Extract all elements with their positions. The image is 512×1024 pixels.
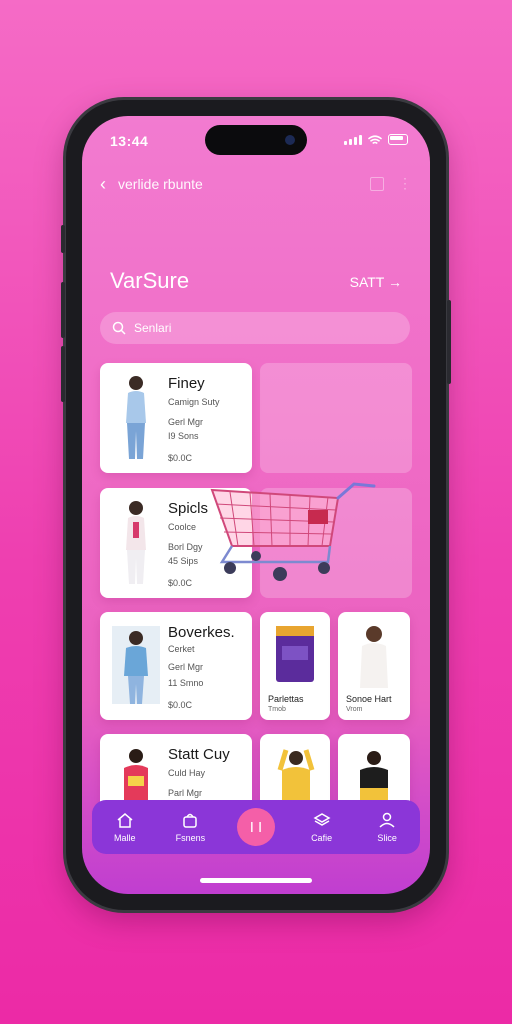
nav-actions: ⋮ (370, 176, 412, 191)
more-icon[interactable]: ⋮ (398, 176, 412, 191)
card-detail: Gerl Mgr (168, 417, 204, 427)
card-title: Finey (168, 375, 205, 392)
back-icon[interactable]: ‹ (100, 174, 106, 195)
status-icons (344, 134, 408, 145)
card-subtitle: Culd Hay (168, 768, 206, 778)
product-package-image (276, 626, 314, 682)
power-button (447, 300, 451, 384)
card-price: $0.0C (168, 578, 193, 588)
card-detail: I9 Sons (168, 431, 199, 441)
shopping-cart-icon (210, 482, 376, 581)
nav-bar: ‹ verlide rbunte ⋮ (100, 172, 412, 196)
card-caption: Sonoe Hart (346, 694, 392, 704)
card-price: $0.0C (168, 700, 193, 710)
tab-fsnens[interactable]: Fsnens (162, 811, 218, 843)
tab-label: Fsnens (175, 833, 206, 843)
search-placeholder: Senlari (134, 321, 172, 335)
card-caption: Parlettas (268, 694, 304, 704)
bag-icon (183, 813, 198, 828)
card-detail: 45 Sips (168, 556, 199, 566)
camera-icon (285, 135, 295, 145)
card-subcaption: Vrom (346, 706, 363, 713)
home-icon (117, 813, 133, 828)
card-detail: 11 Smno (168, 678, 204, 688)
card-title: Statt Cuy (168, 746, 230, 763)
tab-profile[interactable]: Slice (359, 811, 415, 843)
tab-label: Malle (114, 833, 136, 843)
card-price: $0.0C (168, 453, 193, 463)
card-subtitle: Coolce (168, 522, 197, 532)
model-image (112, 626, 160, 704)
card-subtitle: Cerket (168, 644, 195, 654)
status-time: 13:44 (110, 133, 149, 149)
tab-label: Slice (377, 833, 397, 843)
screen: 13:44 ‹ verlide rbunte ⋮ VarSure SATT → … (82, 116, 430, 894)
tab-center[interactable]: I I (228, 808, 284, 846)
dynamic-island (205, 125, 307, 155)
placeholder-card (260, 363, 412, 473)
stack-icon (313, 813, 331, 826)
product-card[interactable]: Sonoe Hart Vrom (338, 612, 410, 720)
product-card[interactable]: Finey Camign Suty Gerl Mgr I9 Sons $0.0C (100, 363, 252, 473)
battery-icon (388, 134, 408, 145)
card-subtitle: Camign Suty (168, 397, 220, 407)
card-title: Boverkes. (168, 624, 235, 641)
card-subcaption: Tmob (268, 706, 286, 713)
tab-home[interactable]: Malle (97, 811, 153, 843)
product-card[interactable]: Boverkes. Cerket Gerl Mgr 11 Smno $0.0C (100, 612, 252, 720)
nav-title: verlide rbunte (118, 176, 203, 192)
mute-switch (61, 225, 65, 253)
tab-bar: Malle Fsnens I I Cafie Slice (92, 800, 420, 854)
search-bar[interactable]: Senlari (100, 312, 410, 344)
square-icon[interactable] (370, 177, 384, 191)
card-detail: Borl Dgy (168, 542, 203, 552)
search-icon (112, 321, 126, 335)
tab-cafie[interactable]: Cafie (294, 811, 350, 843)
card-title: Spicls (168, 500, 209, 517)
sort-button[interactable]: SATT → (350, 274, 402, 290)
card-detail: Parl Mgr (168, 788, 203, 798)
home-indicator[interactable] (200, 878, 312, 883)
person-icon (379, 812, 395, 828)
product-card[interactable]: Parlettas Tmob (260, 612, 330, 720)
card-detail: Gerl Mgr (168, 662, 204, 672)
tab-label: Cafie (311, 833, 333, 843)
model-image (360, 626, 388, 688)
model-image (126, 501, 146, 584)
volume-up-button (61, 282, 65, 338)
center-action-button[interactable]: I I (236, 808, 275, 846)
signal-icon (344, 134, 362, 145)
model-image (126, 376, 146, 459)
brand-title: VarSure (110, 268, 190, 293)
wifi-icon (368, 134, 382, 144)
volume-down-button (61, 346, 65, 402)
